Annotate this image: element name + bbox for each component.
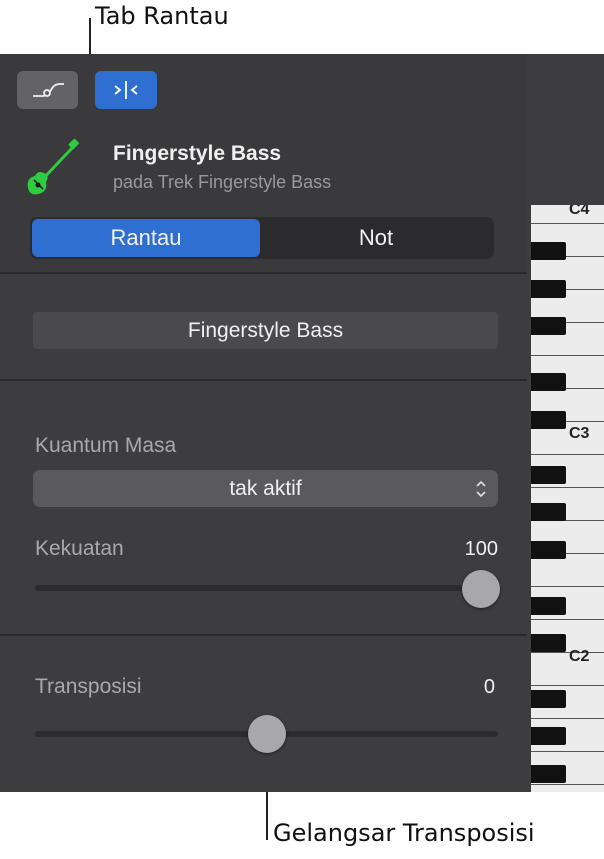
white-key-line — [531, 223, 604, 224]
black-key — [531, 242, 566, 260]
black-key — [531, 466, 566, 484]
black-key — [531, 503, 566, 521]
track-subtitle: pada Trek Fingerstyle Bass — [113, 172, 332, 192]
white-key-line — [531, 718, 604, 719]
white-key-line — [531, 751, 604, 752]
black-key — [531, 634, 566, 652]
black-key — [531, 727, 566, 745]
strength-slider-track — [35, 585, 498, 591]
chevron-up-down-icon — [476, 480, 486, 498]
white-key-line — [531, 454, 604, 455]
automation-button[interactable] — [17, 71, 78, 109]
divider — [0, 634, 527, 636]
divider — [0, 272, 527, 274]
inspector-header: Fingerstyle Bass pada Trek Fingerstyle B… — [0, 54, 527, 272]
black-key — [531, 541, 566, 559]
divider — [0, 379, 527, 381]
callout-region-tab: Tab Rantau — [95, 2, 229, 30]
white-key-line — [531, 586, 604, 587]
strength-slider-thumb[interactable] — [462, 570, 500, 608]
piano-keyboard[interactable]: C4 C3 C2 — [531, 205, 604, 792]
inspector-panel: Fingerstyle Bass pada Trek Fingerstyle B… — [0, 54, 604, 792]
strength-value: 100 — [464, 538, 498, 560]
region-name-field[interactable]: Fingerstyle Bass — [33, 312, 498, 349]
black-key — [531, 373, 566, 391]
black-key — [531, 765, 566, 783]
white-key-line — [531, 652, 604, 653]
transpose-value: 0 — [483, 676, 495, 698]
black-key — [531, 597, 566, 615]
quantize-value: tak aktif — [229, 476, 302, 500]
black-key — [531, 280, 566, 298]
bass-guitar-icon — [27, 138, 79, 195]
quantize-select[interactable]: tak aktif — [33, 470, 498, 507]
white-key-line — [531, 685, 604, 686]
black-key — [531, 690, 566, 708]
transpose-slider-thumb[interactable] — [247, 715, 286, 753]
white-key-line — [531, 784, 604, 785]
white-key-line — [531, 619, 604, 620]
callout-transpose-slider: Gelangsar Transposisi — [273, 819, 535, 847]
region-inspector-button[interactable] — [95, 71, 157, 109]
white-key-line — [531, 487, 604, 488]
black-key — [531, 411, 566, 429]
track-name: Fingerstyle Bass — [113, 142, 282, 165]
region-inspector-icon — [114, 81, 138, 99]
automation-curve-icon — [32, 83, 64, 97]
tab-notes[interactable]: Not — [260, 219, 492, 257]
transpose-label: Transposisi — [35, 675, 142, 698]
strength-label: Kekuatan — [35, 537, 124, 560]
white-key-line — [531, 355, 604, 356]
octave-label: C2 — [569, 648, 590, 665]
octave-label: C3 — [569, 425, 590, 442]
quantize-label: Kuantum Masa — [35, 434, 177, 457]
black-key — [531, 317, 566, 335]
octave-label: C4 — [569, 205, 590, 218]
inspector-tab-control: Rantau Not — [30, 217, 494, 259]
tab-region[interactable]: Rantau — [32, 219, 260, 257]
